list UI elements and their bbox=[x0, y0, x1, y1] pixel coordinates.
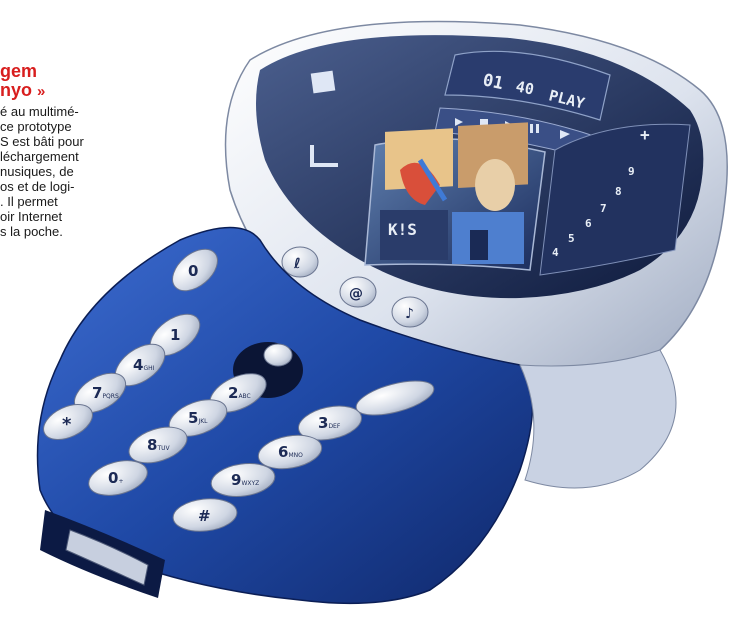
svg-text:ℓ: ℓ bbox=[293, 256, 301, 272]
lower-shell-edge bbox=[519, 349, 677, 489]
side-button-d[interactable]: 6 bbox=[585, 217, 592, 230]
pause-icon[interactable] bbox=[530, 124, 533, 133]
side-button-a[interactable]: 9 bbox=[628, 165, 635, 178]
plus-icon[interactable]: + bbox=[640, 125, 650, 144]
svg-text:♪: ♪ bbox=[405, 306, 414, 322]
key-1-label: 1 bbox=[170, 326, 180, 344]
track-number: 01 bbox=[481, 70, 505, 94]
side-button-e[interactable]: 5 bbox=[568, 232, 575, 245]
key-star-label: * bbox=[62, 414, 72, 435]
svg-text:@: @ bbox=[349, 286, 363, 302]
home-icon[interactable] bbox=[310, 70, 336, 94]
phone-illustration: 01 40 PLAY K!S + 9 8 7 6 5 4 ℓ @ ♪ 0 1 4… bbox=[36, 20, 728, 605]
key-0-top-label: 0 bbox=[188, 262, 198, 280]
side-button-b[interactable]: 8 bbox=[615, 185, 622, 198]
album-text: K!S bbox=[388, 220, 417, 239]
side-button-f[interactable]: 4 bbox=[552, 246, 559, 259]
main-screen: K!S bbox=[364, 122, 546, 271]
track-time: 40 bbox=[514, 77, 535, 98]
side-button-c[interactable]: 7 bbox=[600, 202, 607, 215]
key-hash-label: # bbox=[198, 507, 211, 525]
